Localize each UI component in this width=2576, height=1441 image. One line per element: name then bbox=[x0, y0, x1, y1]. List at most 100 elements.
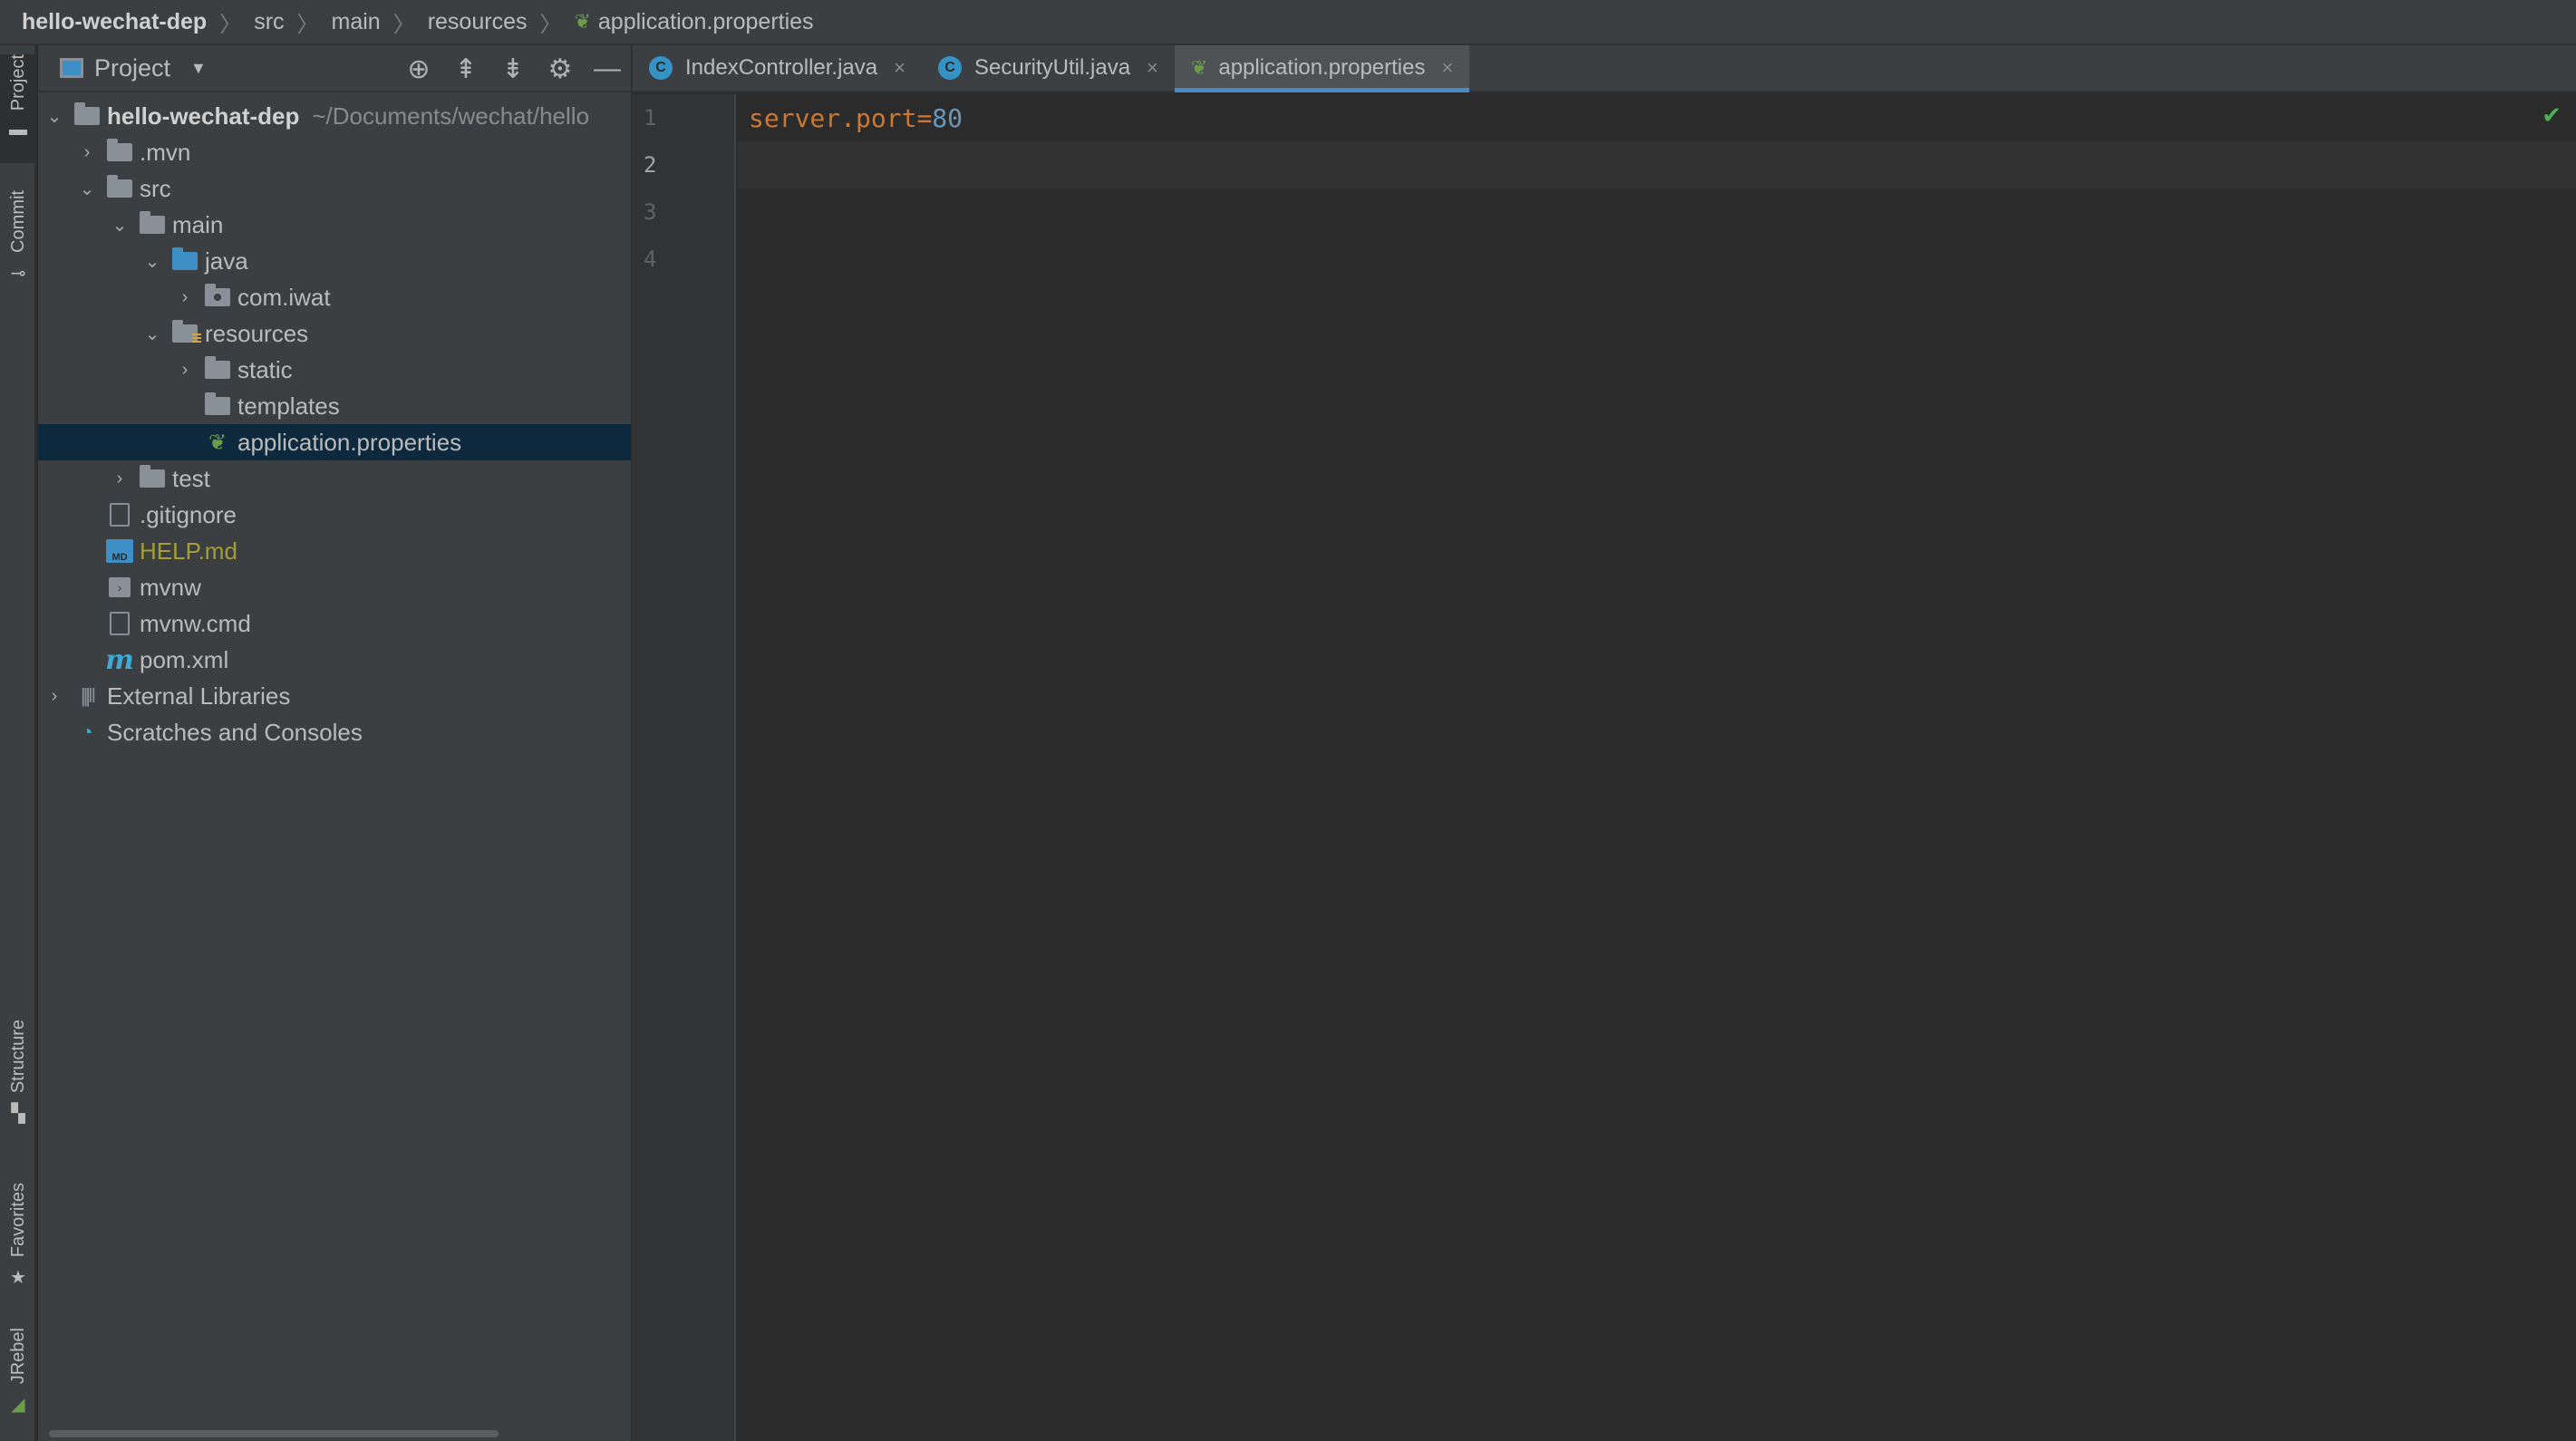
tree-item-label: mvnw.cmd bbox=[140, 609, 251, 637]
tree-item-src[interactable]: ⌄ src bbox=[38, 170, 631, 207]
jrebel-icon: ◢ bbox=[11, 1395, 25, 1416]
chevron-down-icon[interactable]: ⌄ bbox=[136, 323, 169, 345]
tree-item-label: mvnw bbox=[140, 573, 201, 601]
tree-item-scratches[interactable]: ◔ Scratches and Consoles bbox=[38, 714, 631, 750]
tree-item-external-libraries[interactable]: › |||‖ External Libraries bbox=[38, 678, 631, 714]
tab-security-util[interactable]: C SecurityUtil.java × bbox=[922, 45, 1175, 91]
code-line[interactable]: server.port = 80 bbox=[738, 94, 2576, 141]
folder-icon: ▬ bbox=[9, 120, 27, 140]
collapse-all-icon[interactable]: ⇟ bbox=[489, 53, 537, 85]
code-line[interactable] bbox=[738, 189, 2576, 236]
locate-icon[interactable]: ⊕ bbox=[395, 53, 442, 85]
horizontal-scrollbar[interactable] bbox=[49, 1430, 499, 1437]
commit-icon: ⊸ bbox=[10, 263, 26, 284]
tree-item-mvnw-cmd[interactable]: mvnw.cmd bbox=[38, 605, 631, 642]
tree-item-main[interactable]: ⌄ main bbox=[38, 207, 631, 243]
breadcrumb-separator: 〉 bbox=[296, 12, 319, 37]
project-view-selector[interactable]: Project bbox=[94, 54, 170, 82]
tool-tab-project-label: Project bbox=[7, 54, 28, 111]
chevron-right-icon[interactable]: › bbox=[38, 686, 71, 707]
shell-script-icon: › bbox=[103, 577, 136, 597]
code-line[interactable] bbox=[738, 236, 2576, 283]
chevron-right-icon[interactable]: › bbox=[169, 360, 201, 381]
tree-item-label: java bbox=[205, 247, 248, 275]
chevron-down-icon[interactable]: ⌄ bbox=[136, 250, 169, 273]
scratches-icon: ◔ bbox=[81, 720, 93, 743]
text-file-icon bbox=[103, 612, 136, 635]
folder-icon bbox=[103, 139, 136, 161]
tree-item-label: External Libraries bbox=[107, 682, 291, 710]
code-editor[interactable]: server.port = 80 ✔ bbox=[738, 94, 2576, 1441]
minimize-icon[interactable]: — bbox=[584, 53, 631, 84]
breadcrumb-separator: 〉 bbox=[392, 12, 415, 37]
breadcrumb-file[interactable]: ❦ application.properties bbox=[574, 9, 813, 35]
tab-label: SecurityUtil.java bbox=[973, 55, 1131, 80]
tree-item-label: hello-wechat-dep bbox=[107, 102, 300, 130]
tool-tab-commit-label: Commit bbox=[7, 190, 28, 253]
tool-tab-favorites[interactable]: Favorites ★ bbox=[0, 1183, 36, 1310]
gear-icon[interactable]: ⚙ bbox=[537, 53, 584, 85]
tree-item-application-properties[interactable]: ❦ application.properties bbox=[38, 424, 631, 460]
breadcrumb-project[interactable]: hello-wechat-dep bbox=[22, 9, 207, 35]
tab-label: IndexController.java bbox=[685, 55, 878, 80]
tree-item-com-iwat[interactable]: › com.iwat bbox=[38, 279, 631, 315]
structure-icon: ▚ bbox=[11, 1104, 25, 1125]
tab-label: application.properties bbox=[1218, 55, 1426, 80]
property-separator: = bbox=[916, 102, 933, 133]
editor-tab-bar: C IndexController.java × C SecurityUtil.… bbox=[633, 45, 2576, 92]
tree-item-templates[interactable]: templates bbox=[38, 388, 631, 424]
tree-item-gitignore[interactable]: .gitignore bbox=[38, 497, 631, 533]
resources-folder-icon bbox=[169, 320, 201, 344]
tree-item-pom-xml[interactable]: m pom.xml bbox=[38, 642, 631, 678]
tree-item-label: main bbox=[172, 210, 224, 238]
source-folder-icon bbox=[169, 247, 201, 270]
tree-item-mvn[interactable]: › .mvn bbox=[38, 134, 631, 170]
markdown-file-icon: MD bbox=[103, 539, 136, 563]
chevron-down-icon[interactable]: ⌄ bbox=[71, 178, 103, 200]
tree-item-root[interactable]: ⌄ hello-wechat-dep ~/Documents/wechat/he… bbox=[38, 98, 631, 134]
tree-item-help-md[interactable]: MD HELP.md bbox=[38, 533, 631, 569]
breadcrumb-main[interactable]: main bbox=[332, 9, 381, 35]
tree-item-resources[interactable]: ⌄ resources bbox=[38, 315, 631, 352]
close-icon[interactable]: × bbox=[1147, 56, 1158, 80]
close-icon[interactable]: × bbox=[1441, 56, 1453, 80]
tree-item-test[interactable]: › test bbox=[38, 460, 631, 497]
chevron-right-icon[interactable]: › bbox=[169, 287, 201, 308]
project-view-icon bbox=[60, 58, 83, 78]
tree-item-label: application.properties bbox=[237, 428, 462, 456]
package-icon bbox=[201, 284, 234, 306]
tree-item-java[interactable]: ⌄ java bbox=[38, 243, 631, 279]
chevron-down-icon[interactable]: ⌄ bbox=[38, 105, 71, 128]
tool-tab-commit[interactable]: Commit ⊸ bbox=[0, 190, 36, 308]
tab-application-properties[interactable]: ❦ application.properties × bbox=[1174, 45, 1470, 92]
tool-tab-structure[interactable]: Structure ▚ bbox=[0, 1020, 36, 1146]
line-number: 1 bbox=[644, 105, 657, 131]
breadcrumb-resources[interactable]: resources bbox=[428, 9, 528, 35]
expand-all-icon[interactable]: ⇞ bbox=[442, 53, 489, 85]
tab-index-controller[interactable]: C IndexController.java × bbox=[633, 45, 922, 91]
chevron-right-icon[interactable]: › bbox=[103, 469, 136, 489]
line-number: 2 bbox=[644, 152, 657, 178]
tool-tab-project[interactable]: Project ▬ bbox=[0, 54, 36, 163]
code-line-current[interactable] bbox=[738, 141, 2576, 189]
star-icon: ★ bbox=[10, 1268, 26, 1289]
folder-icon bbox=[136, 211, 169, 234]
property-value: 80 bbox=[932, 102, 964, 133]
tree-item-static[interactable]: › static bbox=[38, 352, 631, 388]
chevron-right-icon[interactable]: › bbox=[71, 142, 103, 163]
tree-item-label: src bbox=[140, 174, 171, 202]
chevron-down-icon[interactable]: ⌄ bbox=[103, 214, 136, 237]
tool-tab-jrebel[interactable]: JRebel ◢ bbox=[0, 1328, 36, 1436]
line-number-gutter: 1 2 3 4 bbox=[633, 94, 736, 1441]
tree-item-mvnw[interactable]: › mvnw bbox=[38, 569, 631, 605]
folder-icon bbox=[201, 392, 234, 415]
tree-item-path: ~/Documents/wechat/hello bbox=[312, 102, 590, 130]
close-icon[interactable]: × bbox=[894, 56, 905, 80]
breadcrumb-src[interactable]: src bbox=[254, 9, 284, 35]
folder-icon bbox=[201, 356, 234, 379]
folder-icon bbox=[136, 465, 169, 488]
inspection-ok-icon[interactable]: ✔ bbox=[2542, 102, 2561, 130]
java-class-icon: C bbox=[649, 56, 673, 80]
breadcrumb-separator: 〉 bbox=[539, 12, 562, 37]
chevron-down-icon[interactable]: ▼ bbox=[190, 59, 207, 78]
